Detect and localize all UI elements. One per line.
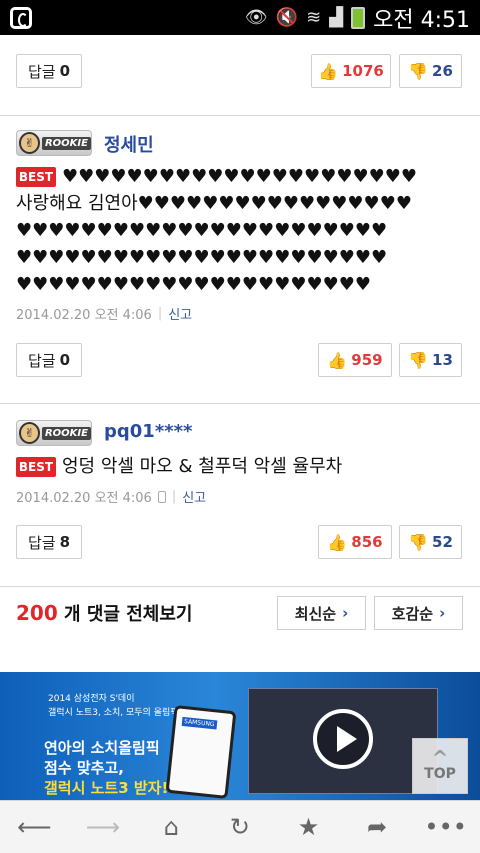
forward-icon[interactable]: ⟶ bbox=[83, 807, 123, 847]
like-button[interactable]: 👍 856 bbox=[318, 525, 392, 559]
status-bar: 👁 🔇 ≋ ▟ 오전 4:51 bbox=[0, 0, 480, 35]
ad-banner[interactable]: 2014 삼성전자 S'데이 갤럭시 노트3, 소치, 모두의 올림픽 연아의 … bbox=[0, 672, 480, 800]
thumbs-down-icon: 👍 bbox=[408, 532, 429, 552]
dislike-button[interactable]: 👍 26 bbox=[399, 54, 462, 88]
sort-liked-button[interactable]: 호감순 › bbox=[374, 596, 463, 630]
report-link[interactable]: 신고 bbox=[168, 304, 192, 323]
dislike-button[interactable]: 👍 13 bbox=[399, 343, 462, 377]
rookie-badge: ✌ ROOKIE bbox=[16, 130, 92, 156]
report-link[interactable]: 신고 bbox=[182, 487, 206, 506]
play-icon[interactable] bbox=[313, 709, 373, 769]
battery-icon bbox=[351, 6, 366, 29]
divider bbox=[0, 115, 480, 116]
best-badge: BEST bbox=[16, 457, 56, 477]
comment-author[interactable]: 정세민 bbox=[104, 131, 154, 157]
reply-button[interactable]: 답글 8 bbox=[16, 525, 82, 559]
chevron-right-icon: › bbox=[439, 604, 446, 622]
thumbs-down-icon: 👍 bbox=[408, 350, 429, 370]
rookie-badge: ✌ ROOKIE bbox=[16, 420, 92, 446]
sort-latest-button[interactable]: 최신순 › bbox=[277, 596, 366, 630]
comment-author[interactable]: pq01**** bbox=[104, 421, 192, 442]
like-button[interactable]: 👍 1076 bbox=[311, 54, 391, 88]
comment-text: ♥♥♥♥♥♥♥♥♥♥♥♥♥♥♥♥♥♥♥♥♥♥ 사랑해요 김연아♥♥♥♥♥♥♥♥♥… bbox=[16, 166, 418, 295]
scroll-top-button[interactable]: ^ TOP bbox=[412, 738, 468, 794]
ad-video[interactable] bbox=[248, 688, 438, 794]
home-icon[interactable]: ⌂ bbox=[151, 807, 191, 847]
comment-meta: 2014.02.20 오전 4:06 | 신고 bbox=[16, 304, 193, 323]
divider bbox=[0, 403, 480, 404]
more-icon[interactable]: ••• bbox=[424, 807, 466, 847]
comment-date: 2014.02.20 오전 4:06 bbox=[16, 308, 152, 323]
ad-subtitle: 2014 삼성전자 S'데이 갤럭시 노트3, 소치, 모두의 올림픽 bbox=[48, 694, 179, 718]
browser-toolbar: ⟵ ⟶ ⌂ ↻ ★ ➦ ••• bbox=[0, 800, 480, 853]
like-button[interactable]: 👍 959 bbox=[318, 343, 392, 377]
signal-icon: ▟ bbox=[329, 7, 344, 28]
thumbs-up-icon: 👍 bbox=[318, 61, 339, 81]
share-icon[interactable]: ➦ bbox=[357, 807, 397, 847]
chevron-right-icon: › bbox=[342, 604, 349, 622]
comment-count: 200 bbox=[16, 601, 58, 625]
comment-text: 엉덩 악셀 마오 & 철푸덕 악셀 율무차 bbox=[62, 456, 343, 477]
phone-image: SAMSUNG bbox=[165, 705, 237, 799]
reply-button[interactable]: 답글 0 bbox=[16, 343, 82, 377]
thumbs-up-icon: 👍 bbox=[327, 350, 348, 370]
mute-icon: 🔇 bbox=[275, 7, 299, 28]
ad-headline: 연아의 소치올림픽 점수 맞추고, 갤럭시 노트3 받자! bbox=[44, 739, 169, 797]
victory-hand-icon: ✌ bbox=[19, 422, 40, 444]
chevron-up-icon: ^ bbox=[431, 746, 449, 770]
refresh-icon[interactable]: ↻ bbox=[220, 807, 260, 847]
thumbs-up-icon: 👍 bbox=[327, 532, 348, 552]
clock: 오전 4:51 bbox=[373, 7, 470, 33]
status-icons: 👁 🔇 ≋ ▟ 오전 4:51 bbox=[245, 0, 470, 35]
app-notification-icon bbox=[10, 7, 32, 29]
thumbs-down-icon: 👍 bbox=[408, 61, 429, 81]
comment-date: 2014.02.20 오전 4:06 bbox=[16, 491, 152, 506]
dislike-button[interactable]: 👍 52 bbox=[399, 525, 462, 559]
back-icon[interactable]: ⟵ bbox=[14, 807, 54, 847]
eye-icon: 👁 bbox=[244, 7, 268, 28]
victory-hand-icon: ✌ bbox=[19, 132, 40, 154]
mobile-icon bbox=[157, 490, 166, 503]
divider bbox=[0, 586, 480, 587]
view-all-comments[interactable]: 200 개 댓글 전체보기 bbox=[16, 600, 192, 626]
comment-meta: 2014.02.20 오전 4:06 | 신고 bbox=[16, 487, 207, 506]
reply-button[interactable]: 답글 0 bbox=[16, 54, 82, 88]
wifi-icon: ≋ bbox=[306, 7, 322, 28]
bookmark-star-icon[interactable]: ★ bbox=[289, 807, 329, 847]
